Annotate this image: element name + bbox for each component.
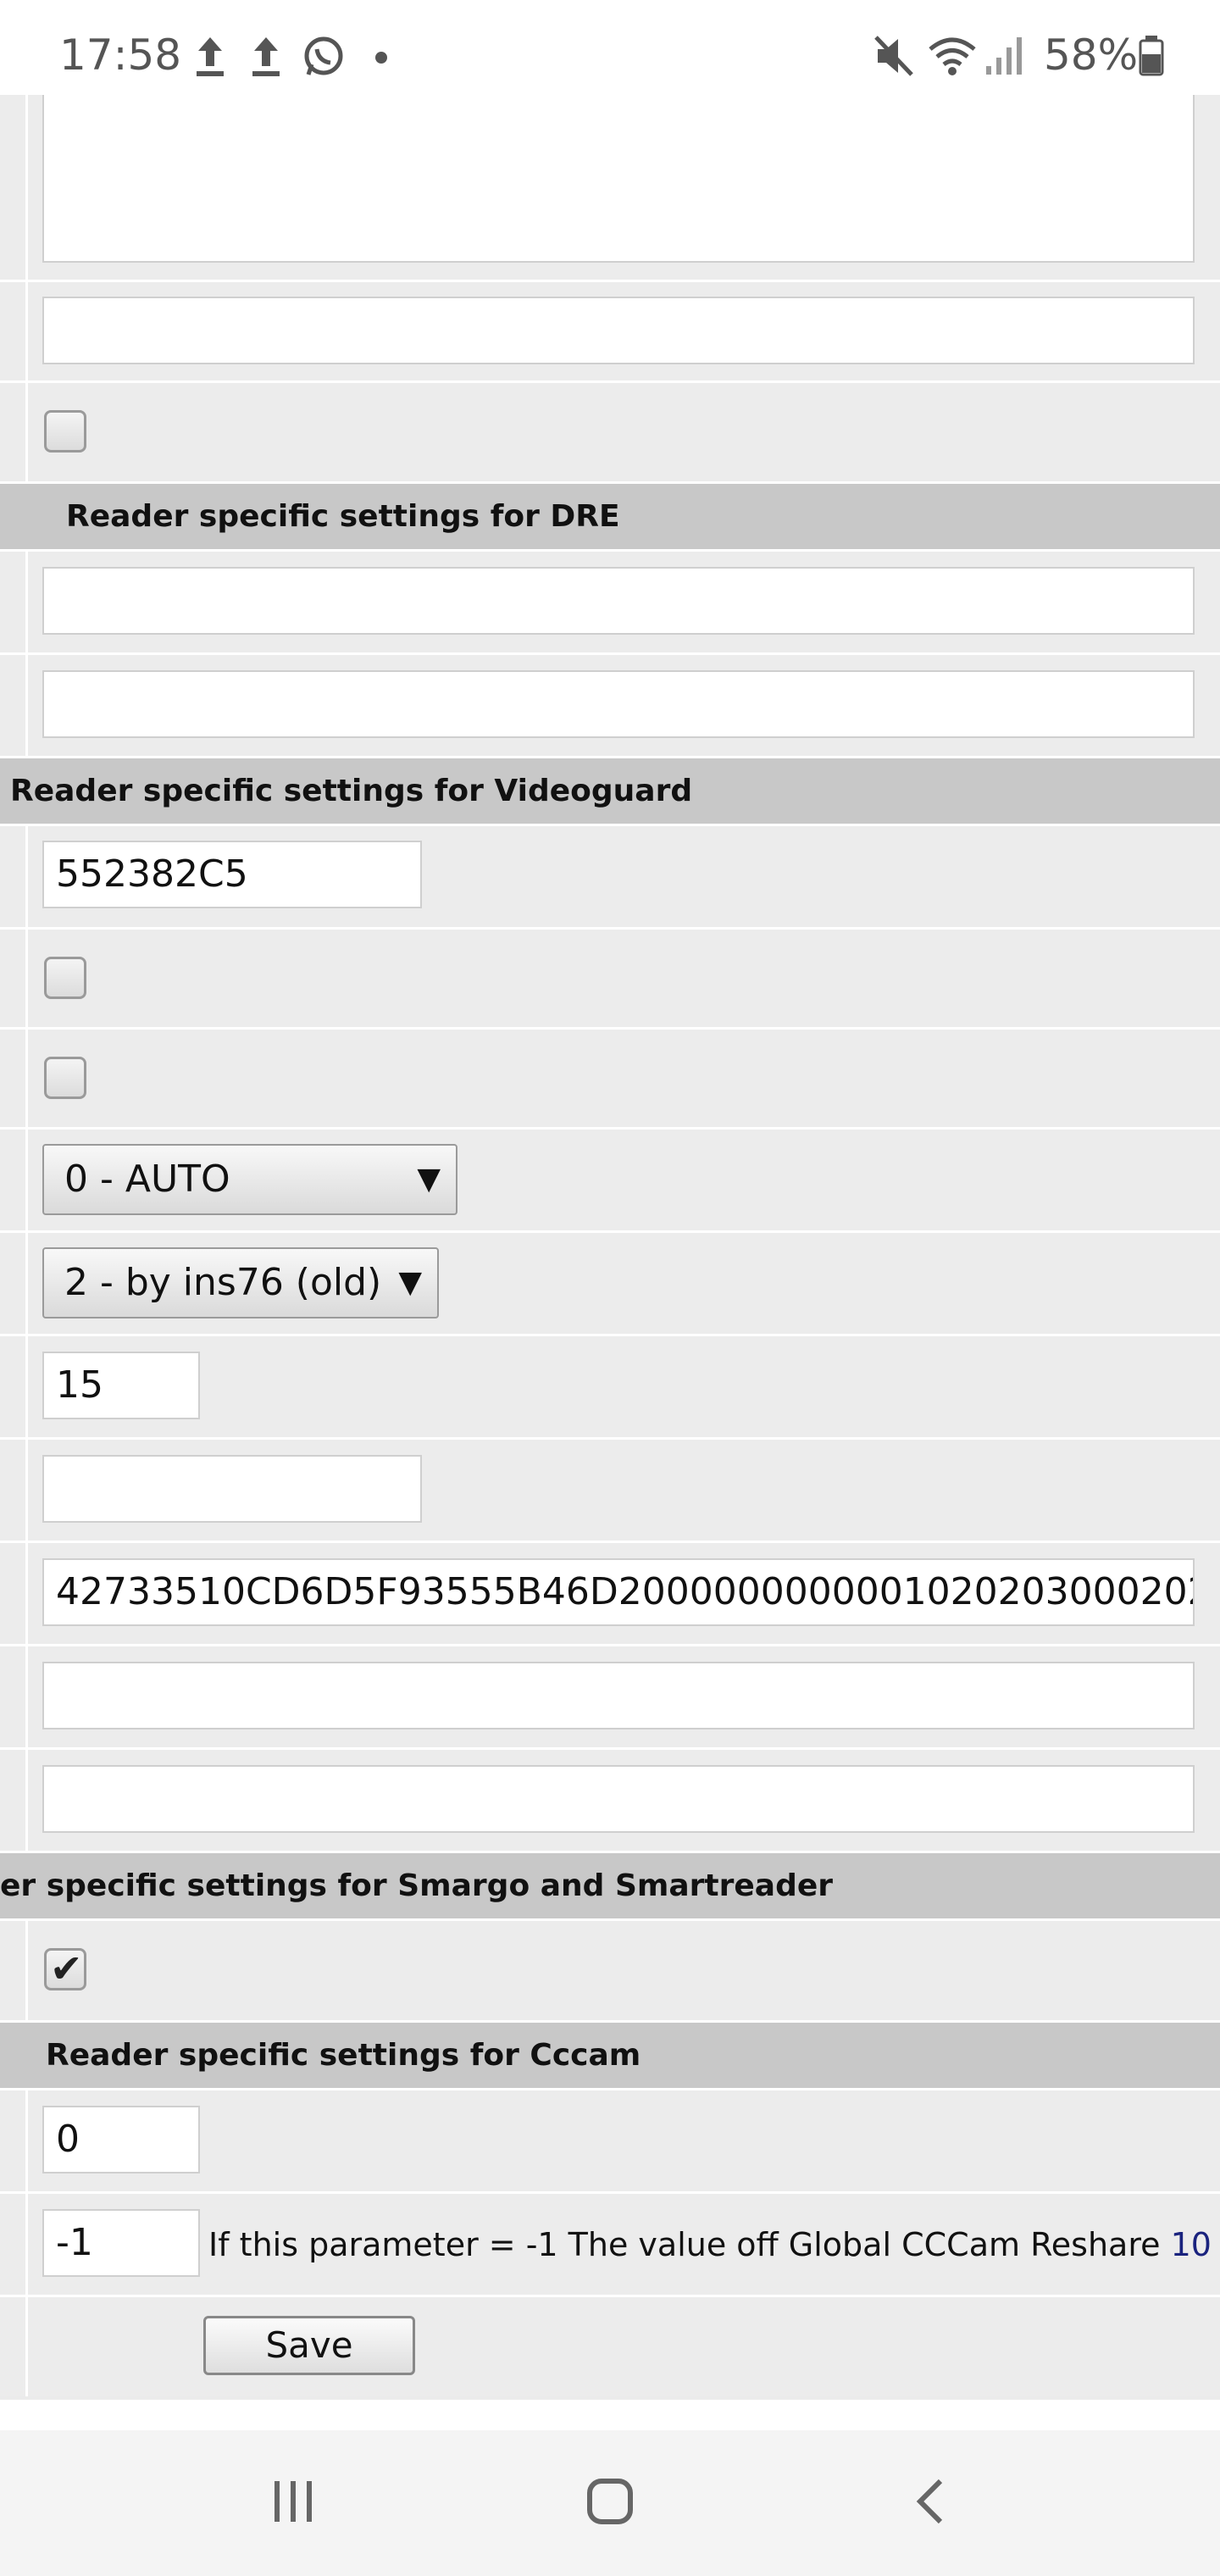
checkbox-checked[interactable]: ✔ (44, 1946, 86, 1991)
recent-apps-icon[interactable] (268, 2476, 319, 2527)
hint-text: is used (1212, 2226, 1220, 2263)
number-input[interactable]: 0 (42, 2106, 200, 2174)
form-row (0, 1747, 1220, 1851)
reshare-hint: If this parameter = -1 The value off Glo… (208, 2226, 1220, 2263)
section-header-videoguard: Reader specific settings for Videoguard (0, 756, 1220, 824)
form-row (0, 1437, 1220, 1541)
form-row (0, 549, 1220, 652)
home-icon[interactable] (585, 2476, 635, 2527)
checkbox[interactable] (44, 1057, 86, 1099)
form-row: 15 (0, 1334, 1220, 1437)
reshare-input[interactable]: -1 (42, 2209, 200, 2277)
select-value: 0 - AUTO (64, 1158, 230, 1201)
form-row: 0 (0, 2088, 1220, 2191)
form-row: 42733510CD6D5F93555B46D20000000000010202… (0, 1541, 1220, 1644)
text-input[interactable] (42, 670, 1195, 738)
dropdown-arrow-icon: ▼ (398, 1265, 422, 1300)
whatsapp-icon (304, 36, 343, 75)
form-row: -1 If this parameter = -1 The value off … (0, 2191, 1220, 2295)
select-value: 2 - by ins76 (old) (64, 1261, 382, 1304)
ins-select[interactable]: 2 - by ins76 (old) ▼ (42, 1247, 439, 1319)
section-title: er specific settings for Smargo and Smar… (0, 1868, 834, 1903)
save-button[interactable]: Save (203, 2316, 415, 2375)
dot-icon (375, 52, 387, 64)
text-input[interactable] (42, 297, 1195, 364)
mute-icon (874, 36, 913, 76)
form-row: 0 - AUTO ▼ (0, 1127, 1220, 1230)
text-input[interactable] (42, 1662, 1195, 1729)
text-input[interactable] (42, 567, 1195, 635)
form-row (0, 1027, 1220, 1127)
hint-number: 10 (1170, 2226, 1212, 2263)
checkbox[interactable] (44, 410, 86, 452)
form-row: 552382C5 (0, 824, 1220, 927)
battery-icon (1139, 36, 1164, 76)
navigation-bar (0, 2430, 1220, 2576)
reader-settings-form: Reader specific settings for DRE Reader … (0, 95, 1220, 2400)
text-input[interactable] (42, 1765, 1195, 1833)
form-row: ✔ (0, 1918, 1220, 2020)
hex-input[interactable]: 42733510CD6D5F93555B46D20000000000010202… (42, 1558, 1195, 1626)
signal-icon (986, 37, 1022, 75)
mode-select[interactable]: 0 - AUTO ▼ (42, 1144, 458, 1215)
form-row (0, 652, 1220, 756)
section-title: Reader specific settings for DRE (66, 499, 620, 534)
form-row (0, 280, 1220, 380)
back-icon[interactable] (907, 2476, 957, 2527)
upload-icon (252, 37, 280, 76)
checkbox[interactable] (44, 957, 86, 999)
wifi-icon (929, 37, 976, 75)
hint-text: If this parameter = -1 The value off Glo… (208, 2226, 1171, 2263)
form-row (0, 95, 1220, 280)
form-row (0, 927, 1220, 1027)
form-row (0, 380, 1220, 481)
text-area[interactable] (42, 95, 1195, 263)
section-header-cccam: Reader specific settings for Cccam (0, 2020, 1220, 2088)
section-header-smargo: er specific settings for Smargo and Smar… (0, 1851, 1220, 1918)
status-time: 17:58 (59, 31, 182, 80)
number-input[interactable]: 15 (42, 1352, 200, 1419)
upload-icon (197, 37, 224, 76)
form-row: Save (0, 2295, 1220, 2396)
section-title: Reader specific settings for Videoguard (10, 774, 693, 808)
dropdown-arrow-icon: ▼ (417, 1162, 441, 1196)
checkmark-icon: ✔ (50, 1946, 83, 1991)
section-title: Reader specific settings for Cccam (46, 2038, 641, 2073)
boxid-input[interactable]: 552382C5 (42, 841, 422, 908)
battery-percent: 58% (1044, 31, 1139, 80)
text-input[interactable] (42, 1455, 422, 1523)
section-header-dre: Reader specific settings for DRE (0, 481, 1220, 549)
form-row (0, 1644, 1220, 1747)
form-row: 2 - by ins76 (old) ▼ (0, 1230, 1220, 1334)
